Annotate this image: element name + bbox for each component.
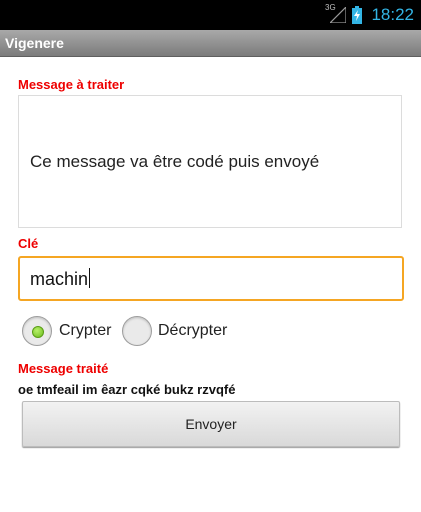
status-bar: 3G 18:22 (0, 0, 421, 30)
battery-charging-icon (352, 6, 362, 24)
message-input-text: Ce message va être codé puis envoyé (30, 152, 320, 171)
radio-selected-dot (32, 326, 44, 338)
message-input[interactable]: Ce message va être codé puis envoyé (18, 95, 402, 228)
key-label: Clé (18, 236, 39, 251)
radio-crypter-label: Crypter (59, 322, 112, 339)
key-input-text: machin (30, 269, 89, 289)
result-text: oe tmfeail im êazr cqké bukz rzvqfé (18, 382, 236, 397)
send-button[interactable]: Envoyer (22, 401, 400, 447)
radio-unchecked-icon[interactable] (122, 316, 152, 346)
radio-checked-icon[interactable] (22, 316, 52, 346)
signal-icon (330, 7, 346, 23)
text-cursor (89, 268, 91, 288)
action-bar: Vigenere (0, 30, 421, 57)
result-label: Message traité (18, 361, 109, 376)
key-input[interactable]: machin (18, 256, 404, 301)
message-label: Message à traiter (18, 77, 125, 92)
app-title: Vigenere (5, 35, 64, 51)
radio-decrypter-label: Décrypter (158, 322, 228, 339)
status-time: 18:22 (371, 5, 414, 24)
